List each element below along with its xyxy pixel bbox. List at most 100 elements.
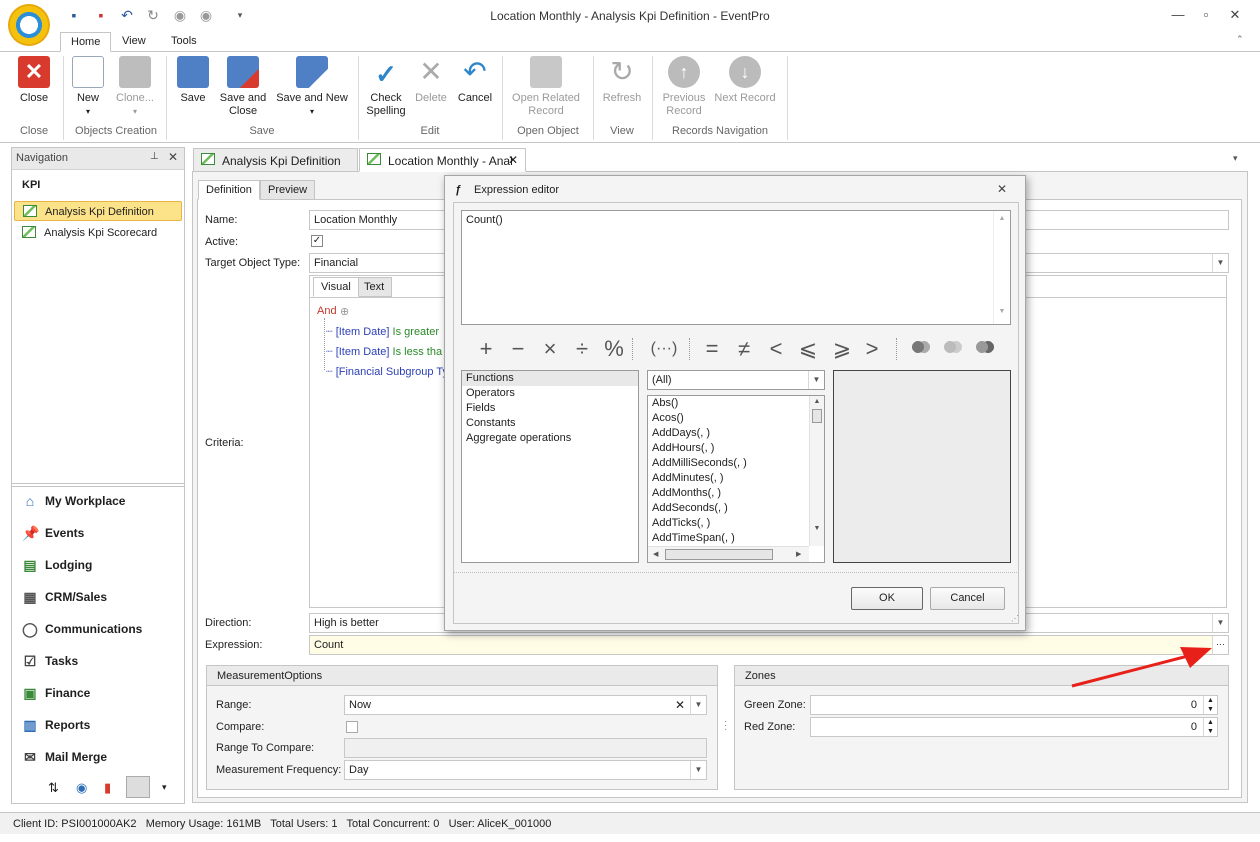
list-item[interactable]: Acos() xyxy=(648,411,824,426)
tab-view[interactable]: View xyxy=(112,32,156,52)
save-button[interactable]: Save xyxy=(174,56,212,105)
save-and-new-button[interactable]: Save and New ▾ xyxy=(274,56,350,118)
new-button[interactable]: New ▾ xyxy=(70,56,106,118)
operator-multiply-button[interactable]: × xyxy=(537,338,563,360)
pin-icon[interactable]: ⊥ xyxy=(150,151,159,162)
measurement-frequency-select[interactable]: Day ▼ xyxy=(344,760,707,780)
operator-parentheses-button[interactable]: (···) xyxy=(648,338,680,360)
category-item-constants[interactable]: Constants xyxy=(462,416,638,431)
tab-definition[interactable]: Definition xyxy=(198,180,260,200)
close-window-icon[interactable]: ✕ xyxy=(1221,5,1249,25)
category-list[interactable]: Functions Operators Fields Constants Agg… xyxy=(461,370,639,563)
list-item[interactable]: Abs() xyxy=(648,396,824,411)
active-checkbox[interactable]: ✓ xyxy=(311,235,323,247)
criteria-group-and[interactable]: And xyxy=(317,305,337,317)
add-condition-icon[interactable]: ⊕ xyxy=(340,305,349,318)
close-button[interactable]: ✕ Close xyxy=(13,56,55,105)
operator-equal-button[interactable]: = xyxy=(699,338,725,360)
expression-textarea[interactable]: Count() ▲ ▼ xyxy=(461,210,1011,325)
module-crm-sales[interactable]: ▦ CRM/Sales xyxy=(22,587,107,609)
tab-tools[interactable]: Tools xyxy=(161,32,207,52)
category-item-functions[interactable]: Functions xyxy=(462,371,638,386)
dropdown-arrow-icon[interactable]: ▼ xyxy=(690,761,706,779)
list-item[interactable]: AddTicks(, ) xyxy=(648,516,824,531)
function-filter-select[interactable]: (All) ▼ xyxy=(647,370,825,390)
function-list-hscrollbar[interactable]: ◀ ▶ xyxy=(648,546,809,562)
list-item[interactable]: AddMinutes(, ) xyxy=(648,471,824,486)
textarea-scrollbar[interactable]: ▲ ▼ xyxy=(993,211,1010,324)
module-communications[interactable]: ◯ Communications xyxy=(22,619,142,641)
module-lodging[interactable]: ▤ Lodging xyxy=(22,555,92,577)
nav-item-analysis-kpi-scorecard[interactable]: Analysis Kpi Scorecard xyxy=(14,223,182,243)
criteria-line[interactable]: ┈ [Item Date] Is greater xyxy=(326,325,439,338)
tab-preview[interactable]: Preview xyxy=(260,180,316,200)
clone-button[interactable]: Clone... ▾ xyxy=(112,56,158,118)
tab-text[interactable]: Text xyxy=(356,277,393,297)
module-finance[interactable]: ▣ Finance xyxy=(22,683,90,705)
list-item[interactable]: AddMilliSeconds(, ) xyxy=(648,456,824,471)
green-zone-spinner[interactable]: ▲ ▼ xyxy=(1203,696,1217,714)
save-and-close-button[interactable]: Save and Close xyxy=(216,56,270,118)
module-tasks[interactable]: ☑ Tasks xyxy=(22,651,78,673)
check-spelling-button[interactable]: ✓ Check Spelling xyxy=(364,56,408,118)
globe-icon[interactable]: ◉ xyxy=(76,780,87,796)
operator-minus-button[interactable]: − xyxy=(505,338,531,360)
more-modules-icon[interactable]: ▾ xyxy=(162,782,167,793)
range-to-compare-input[interactable] xyxy=(344,738,707,758)
ribbon-collapse-icon[interactable]: ⌃ xyxy=(1236,34,1244,45)
red-zone-spinner[interactable]: ▲ ▼ xyxy=(1203,718,1217,736)
logical-or-icon[interactable] xyxy=(943,339,963,355)
criteria-line[interactable]: ┈ [Financial Subgroup Ty xyxy=(326,365,448,378)
maximize-icon[interactable]: ▫ xyxy=(1192,5,1220,25)
dialog-close-icon[interactable]: ✕ xyxy=(997,182,1007,196)
minimize-icon[interactable]: — xyxy=(1164,5,1192,25)
red-zone-input[interactable]: 0 ▲ ▼ xyxy=(810,717,1218,737)
doc-tab-location-monthly[interactable]: Location Monthly - Anal ✕ xyxy=(359,148,526,172)
category-item-operators[interactable]: Operators xyxy=(462,386,638,401)
scrollbar-thumb[interactable] xyxy=(665,549,773,560)
list-item[interactable]: AddSeconds(, ) xyxy=(648,501,824,516)
logical-and-icon[interactable] xyxy=(911,339,931,355)
operator-divide-button[interactable]: ÷ xyxy=(569,338,595,360)
delete-button[interactable]: ✕ Delete xyxy=(412,56,450,105)
operator-greater-button[interactable]: > xyxy=(859,338,885,360)
range-select[interactable]: Now ✕ ▼ xyxy=(344,695,707,715)
operator-not-equal-button[interactable]: ≠ xyxy=(731,338,757,360)
category-item-fields[interactable]: Fields xyxy=(462,401,638,416)
module-events[interactable]: 📌 Events xyxy=(22,523,84,545)
clear-range-icon[interactable]: ✕ xyxy=(672,696,688,714)
tab-list-dropdown-icon[interactable]: ▾ xyxy=(1233,153,1238,164)
kpi-module-icon[interactable] xyxy=(126,776,150,798)
module-my-workplace[interactable]: ⌂ My Workplace xyxy=(22,491,126,513)
sync-arrows-icon[interactable]: ⇅ xyxy=(48,780,59,796)
doc-tab-analysis-kpi-definition[interactable]: Analysis Kpi Definition xyxy=(193,148,358,172)
ok-button[interactable]: OK xyxy=(851,587,923,610)
close-tab-icon[interactable]: ✕ xyxy=(508,153,518,167)
next-record-button[interactable]: ↓ Next Record xyxy=(712,56,778,105)
list-item[interactable]: AddTimeSpan(, ) xyxy=(648,531,824,546)
logical-not-icon[interactable] xyxy=(975,339,995,355)
list-item[interactable]: AddMonths(, ) xyxy=(648,486,824,501)
previous-record-button[interactable]: ↑ Previous Record xyxy=(658,56,710,118)
green-zone-input[interactable]: 0 ▲ ▼ xyxy=(810,695,1218,715)
resize-grip-icon[interactable]: ⋰ xyxy=(1011,614,1019,623)
tab-visual[interactable]: Visual xyxy=(313,277,359,297)
splitter-grip-icon[interactable]: · · · xyxy=(724,717,727,735)
nav-item-analysis-kpi-definition[interactable]: Analysis Kpi Definition xyxy=(14,201,182,221)
pane-splitter[interactable] xyxy=(12,483,184,487)
operator-less-equal-button[interactable]: ⩽ xyxy=(795,338,821,360)
cancel-button[interactable]: ↶ Cancel xyxy=(455,56,495,105)
dropdown-arrow-icon[interactable]: ▼ xyxy=(690,696,706,714)
list-item[interactable]: AddHours(, ) xyxy=(648,441,824,456)
criteria-line[interactable]: ┈ [Item Date] Is less tha xyxy=(326,345,442,358)
operator-less-button[interactable]: < xyxy=(763,338,789,360)
bar-chart-icon[interactable]: ▮ xyxy=(104,780,111,796)
module-mail-merge[interactable]: ✉ Mail Merge xyxy=(22,747,107,769)
dropdown-arrow-icon[interactable]: ▼ xyxy=(1212,614,1228,632)
operator-modulo-button[interactable]: % xyxy=(601,338,627,360)
dropdown-arrow-icon[interactable]: ▼ xyxy=(808,371,824,389)
function-list[interactable]: Abs() Acos() AddDays(, ) AddHours(, ) Ad… xyxy=(647,395,825,563)
refresh-button[interactable]: ↻ Refresh xyxy=(600,56,644,105)
tab-home[interactable]: Home xyxy=(60,32,112,52)
function-list-vscrollbar[interactable]: ▲ ▼ xyxy=(809,396,824,546)
